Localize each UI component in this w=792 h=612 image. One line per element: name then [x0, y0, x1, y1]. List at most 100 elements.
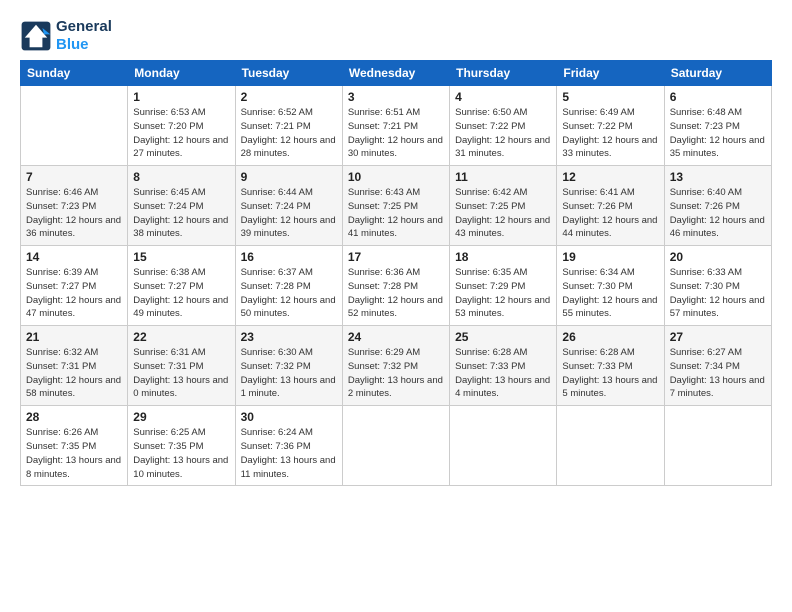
calendar-cell: 18 Sunrise: 6:35 AMSunset: 7:29 PMDayligh… — [450, 246, 557, 326]
col-header-wednesday: Wednesday — [342, 61, 449, 86]
day-info: Sunrise: 6:40 AMSunset: 7:26 PMDaylight:… — [670, 186, 766, 241]
day-info: Sunrise: 6:25 AMSunset: 7:35 PMDaylight:… — [133, 426, 229, 481]
calendar-week-row: 7 Sunrise: 6:46 AMSunset: 7:23 PMDaylight… — [21, 166, 772, 246]
calendar-cell: 19 Sunrise: 6:34 AMSunset: 7:30 PMDayligh… — [557, 246, 664, 326]
day-number: 19 — [562, 250, 658, 264]
calendar-cell: 16 Sunrise: 6:37 AMSunset: 7:28 PMDayligh… — [235, 246, 342, 326]
day-info: Sunrise: 6:42 AMSunset: 7:25 PMDaylight:… — [455, 186, 551, 241]
calendar-cell: 8 Sunrise: 6:45 AMSunset: 7:24 PMDaylight… — [128, 166, 235, 246]
calendar-cell: 13 Sunrise: 6:40 AMSunset: 7:26 PMDayligh… — [664, 166, 771, 246]
calendar-cell: 22 Sunrise: 6:31 AMSunset: 7:31 PMDayligh… — [128, 326, 235, 406]
page: General Blue SundayMondayTuesdayWednesda… — [0, 0, 792, 612]
calendar-cell: 27Sunrise: 6:27 AMSunset: 7:34 PMDayligh… — [664, 326, 771, 406]
day-info: Sunrise: 6:38 AMSunset: 7:27 PMDaylight:… — [133, 266, 229, 321]
day-number: 11 — [455, 170, 551, 184]
calendar-cell: 6 Sunrise: 6:48 AMSunset: 7:23 PMDaylight… — [664, 86, 771, 166]
day-number: 6 — [670, 90, 766, 104]
calendar-cell — [450, 406, 557, 486]
day-info: Sunrise: 6:43 AMSunset: 7:25 PMDaylight:… — [348, 186, 444, 241]
day-number: 23 — [241, 330, 337, 344]
day-number: 4 — [455, 90, 551, 104]
day-number: 18 — [455, 250, 551, 264]
day-number: 17 — [348, 250, 444, 264]
day-number: 9 — [241, 170, 337, 184]
day-info: Sunrise: 6:37 AMSunset: 7:28 PMDaylight:… — [241, 266, 337, 321]
day-info: Sunrise: 6:48 AMSunset: 7:23 PMDaylight:… — [670, 106, 766, 161]
day-number: 26 — [562, 330, 658, 344]
calendar-cell: 1 Sunrise: 6:53 AMSunset: 7:20 PMDaylight… — [128, 86, 235, 166]
day-info: Sunrise: 6:27 AMSunset: 7:34 PMDaylight:… — [670, 346, 766, 401]
day-number: 5 — [562, 90, 658, 104]
calendar-week-row: 14Sunrise: 6:39 AMSunset: 7:27 PMDayligh… — [21, 246, 772, 326]
calendar-cell — [664, 406, 771, 486]
calendar-cell: 17Sunrise: 6:36 AMSunset: 7:28 PMDayligh… — [342, 246, 449, 326]
day-number: 14 — [26, 250, 122, 264]
day-number: 1 — [133, 90, 229, 104]
day-info: Sunrise: 6:29 AMSunset: 7:32 PMDaylight:… — [348, 346, 444, 401]
calendar-table: SundayMondayTuesdayWednesdayThursdayFrid… — [20, 60, 772, 486]
calendar-cell: 3Sunrise: 6:51 AMSunset: 7:21 PMDaylight… — [342, 86, 449, 166]
calendar-cell: 10Sunrise: 6:43 AMSunset: 7:25 PMDayligh… — [342, 166, 449, 246]
calendar-cell: 4 Sunrise: 6:50 AMSunset: 7:22 PMDaylight… — [450, 86, 557, 166]
calendar-cell: 26 Sunrise: 6:28 AMSunset: 7:33 PMDayligh… — [557, 326, 664, 406]
day-number: 15 — [133, 250, 229, 264]
calendar-cell: 2 Sunrise: 6:52 AMSunset: 7:21 PMDaylight… — [235, 86, 342, 166]
logo-area: General Blue — [20, 18, 112, 54]
day-info: Sunrise: 6:45 AMSunset: 7:24 PMDaylight:… — [133, 186, 229, 241]
calendar-cell: 29 Sunrise: 6:25 AMSunset: 7:35 PMDayligh… — [128, 406, 235, 486]
calendar-cell — [21, 86, 128, 166]
header: General Blue — [20, 18, 772, 54]
day-number: 16 — [241, 250, 337, 264]
day-number: 20 — [670, 250, 766, 264]
day-info: Sunrise: 6:50 AMSunset: 7:22 PMDaylight:… — [455, 106, 551, 161]
day-number: 3 — [348, 90, 444, 104]
calendar-cell: 9 Sunrise: 6:44 AMSunset: 7:24 PMDaylight… — [235, 166, 342, 246]
col-header-saturday: Saturday — [664, 61, 771, 86]
calendar-cell — [342, 406, 449, 486]
calendar-cell — [557, 406, 664, 486]
calendar-week-row: 21 Sunrise: 6:32 AMSunset: 7:31 PMDayligh… — [21, 326, 772, 406]
col-header-tuesday: Tuesday — [235, 61, 342, 86]
col-header-friday: Friday — [557, 61, 664, 86]
day-info: Sunrise: 6:28 AMSunset: 7:33 PMDaylight:… — [562, 346, 658, 401]
day-number: 7 — [26, 170, 122, 184]
day-info: Sunrise: 6:24 AMSunset: 7:36 PMDaylight:… — [241, 426, 337, 481]
calendar-cell: 12Sunrise: 6:41 AMSunset: 7:26 PMDayligh… — [557, 166, 664, 246]
day-number: 30 — [241, 410, 337, 424]
day-number: 22 — [133, 330, 229, 344]
calendar-header-row: SundayMondayTuesdayWednesdayThursdayFrid… — [21, 61, 772, 86]
day-number: 12 — [562, 170, 658, 184]
calendar-week-row: 28Sunrise: 6:26 AMSunset: 7:35 PMDayligh… — [21, 406, 772, 486]
day-info: Sunrise: 6:35 AMSunset: 7:29 PMDaylight:… — [455, 266, 551, 321]
day-number: 13 — [670, 170, 766, 184]
day-number: 21 — [26, 330, 122, 344]
calendar-cell: 23 Sunrise: 6:30 AMSunset: 7:32 PMDayligh… — [235, 326, 342, 406]
day-info: Sunrise: 6:34 AMSunset: 7:30 PMDaylight:… — [562, 266, 658, 321]
day-info: Sunrise: 6:53 AMSunset: 7:20 PMDaylight:… — [133, 106, 229, 161]
day-number: 8 — [133, 170, 229, 184]
day-info: Sunrise: 6:31 AMSunset: 7:31 PMDaylight:… — [133, 346, 229, 401]
day-info: Sunrise: 6:30 AMSunset: 7:32 PMDaylight:… — [241, 346, 337, 401]
logo-icon — [20, 20, 52, 52]
calendar-week-row: 1 Sunrise: 6:53 AMSunset: 7:20 PMDaylight… — [21, 86, 772, 166]
calendar-cell: 21 Sunrise: 6:32 AMSunset: 7:31 PMDayligh… — [21, 326, 128, 406]
day-number: 24 — [348, 330, 444, 344]
calendar-cell: 28Sunrise: 6:26 AMSunset: 7:35 PMDayligh… — [21, 406, 128, 486]
day-info: Sunrise: 6:49 AMSunset: 7:22 PMDaylight:… — [562, 106, 658, 161]
day-info: Sunrise: 6:26 AMSunset: 7:35 PMDaylight:… — [26, 426, 122, 481]
calendar-cell: 20Sunrise: 6:33 AMSunset: 7:30 PMDayligh… — [664, 246, 771, 326]
day-number: 29 — [133, 410, 229, 424]
col-header-monday: Monday — [128, 61, 235, 86]
day-info: Sunrise: 6:32 AMSunset: 7:31 PMDaylight:… — [26, 346, 122, 401]
calendar-cell: 25 Sunrise: 6:28 AMSunset: 7:33 PMDayligh… — [450, 326, 557, 406]
col-header-thursday: Thursday — [450, 61, 557, 86]
day-info: Sunrise: 6:44 AMSunset: 7:24 PMDaylight:… — [241, 186, 337, 241]
calendar-cell: 11 Sunrise: 6:42 AMSunset: 7:25 PMDayligh… — [450, 166, 557, 246]
calendar-cell: 14Sunrise: 6:39 AMSunset: 7:27 PMDayligh… — [21, 246, 128, 326]
day-number: 2 — [241, 90, 337, 104]
day-info: Sunrise: 6:52 AMSunset: 7:21 PMDaylight:… — [241, 106, 337, 161]
day-info: Sunrise: 6:46 AMSunset: 7:23 PMDaylight:… — [26, 186, 122, 241]
calendar-cell: 5 Sunrise: 6:49 AMSunset: 7:22 PMDaylight… — [557, 86, 664, 166]
day-info: Sunrise: 6:28 AMSunset: 7:33 PMDaylight:… — [455, 346, 551, 401]
day-number: 25 — [455, 330, 551, 344]
